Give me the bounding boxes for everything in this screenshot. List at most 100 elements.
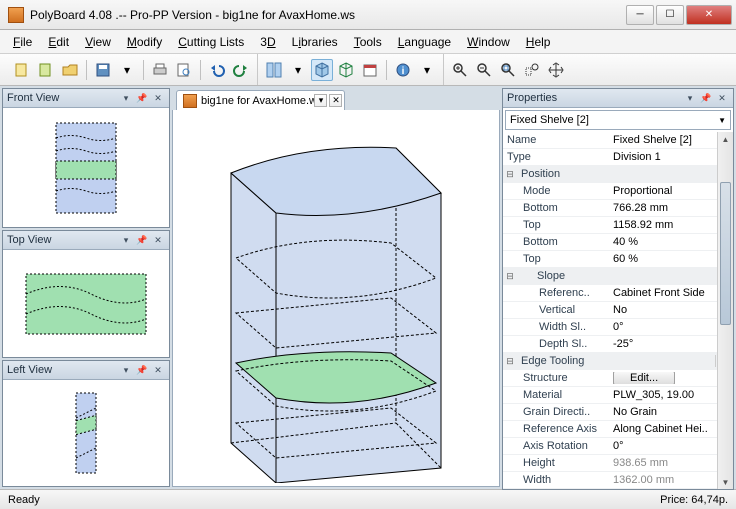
edit-button[interactable]: Edit... bbox=[613, 372, 675, 384]
info-icon[interactable]: i bbox=[392, 59, 414, 81]
scroll-thumb[interactable] bbox=[720, 182, 731, 325]
property-group[interactable]: ⊟Position bbox=[503, 166, 733, 183]
tab-close-icon[interactable]: ✕ bbox=[329, 94, 342, 107]
expand-icon[interactable]: ⊟ bbox=[503, 356, 517, 367]
maximize-button[interactable]: ☐ bbox=[656, 5, 684, 25]
new-project-icon[interactable] bbox=[35, 59, 57, 81]
property-row[interactable]: ModeProportional bbox=[503, 183, 733, 200]
panel-menu-icon[interactable]: ▾ bbox=[683, 91, 697, 105]
new-cabinet-icon[interactable] bbox=[11, 59, 33, 81]
property-row[interactable]: Width1362.00 mm bbox=[503, 472, 733, 489]
scroll-up-icon[interactable]: ▲ bbox=[718, 132, 733, 146]
property-row[interactable]: Width Sl..0° bbox=[503, 319, 733, 336]
left-view-thumbnail[interactable] bbox=[3, 380, 169, 486]
menu-cutting-lists[interactable]: Cutting Lists bbox=[171, 32, 251, 52]
zoom-fit-icon[interactable] bbox=[497, 59, 519, 81]
menu-view[interactable]: View bbox=[78, 32, 118, 52]
property-row[interactable]: Bottom40 % bbox=[503, 234, 733, 251]
panel-menu-icon[interactable]: ▾ bbox=[119, 233, 133, 247]
property-row[interactable]: Top60 % bbox=[503, 251, 733, 268]
property-value[interactable]: 0° bbox=[609, 321, 733, 333]
property-row[interactable]: NameFixed Shelve [2] bbox=[503, 132, 733, 149]
property-value[interactable]: PLW_305, 19.00 bbox=[609, 389, 733, 401]
expand-icon[interactable]: ⊟ bbox=[503, 271, 517, 282]
menu-edit[interactable]: Edit bbox=[41, 32, 76, 52]
menu-3d[interactable]: 3D bbox=[253, 32, 282, 52]
property-value[interactable]: 40 % bbox=[609, 236, 733, 248]
property-row[interactable]: Referenc..Cabinet Front Side bbox=[503, 285, 733, 302]
undo-icon[interactable] bbox=[206, 59, 228, 81]
view-3d-icon[interactable] bbox=[311, 59, 333, 81]
property-value[interactable]: 938.65 mm bbox=[609, 457, 733, 469]
property-value[interactable]: Cabinet Front Side bbox=[609, 287, 733, 299]
redo-icon[interactable] bbox=[230, 59, 252, 81]
view-calendar-icon[interactable] bbox=[359, 59, 381, 81]
property-value[interactable]: Along Cabinet Hei.. bbox=[609, 423, 733, 435]
panel-close-icon[interactable]: ✕ bbox=[715, 91, 729, 105]
property-row[interactable]: Axis Rotation0° bbox=[503, 438, 733, 455]
3d-viewport[interactable] bbox=[172, 110, 500, 487]
front-view-thumbnail[interactable] bbox=[3, 108, 169, 227]
info-dropdown-icon[interactable]: ▾ bbox=[416, 59, 438, 81]
minimize-button[interactable]: ─ bbox=[626, 5, 654, 25]
zoom-out-icon[interactable] bbox=[473, 59, 495, 81]
property-row[interactable]: Grain Directi..No Grain bbox=[503, 404, 733, 421]
view-wireframe-icon[interactable] bbox=[335, 59, 357, 81]
scroll-down-icon[interactable]: ▼ bbox=[718, 475, 733, 489]
print-icon[interactable] bbox=[149, 59, 171, 81]
property-row[interactable]: StructureEdit... bbox=[503, 370, 733, 387]
pin-icon[interactable]: 📌 bbox=[135, 91, 149, 105]
property-group[interactable]: ⊟Edge Tooling... bbox=[503, 353, 733, 370]
property-row[interactable]: Bottom766.28 mm bbox=[503, 200, 733, 217]
property-value[interactable]: Fixed Shelve [2] bbox=[609, 134, 733, 146]
property-value[interactable]: No bbox=[609, 304, 733, 316]
scrollbar[interactable]: ▲ ▼ bbox=[717, 132, 733, 489]
print-preview-icon[interactable] bbox=[173, 59, 195, 81]
pin-icon[interactable]: 📌 bbox=[699, 91, 713, 105]
pin-icon[interactable]: 📌 bbox=[135, 363, 149, 377]
open-icon[interactable] bbox=[59, 59, 81, 81]
menu-window[interactable]: Window bbox=[460, 32, 517, 52]
top-view-thumbnail[interactable] bbox=[3, 250, 169, 357]
property-row[interactable]: VerticalNo bbox=[503, 302, 733, 319]
property-value[interactable]: Division 1 bbox=[609, 151, 733, 163]
panel-close-icon[interactable]: ✕ bbox=[151, 233, 165, 247]
document-tab[interactable]: big1ne for AvaxHome.ws ▾ ✕ bbox=[176, 90, 345, 110]
property-value[interactable]: 60 % bbox=[609, 253, 733, 265]
save-dropdown-icon[interactable]: ▾ bbox=[116, 59, 138, 81]
property-value[interactable]: -25° bbox=[609, 338, 733, 350]
property-value[interactable]: 1362.00 mm bbox=[609, 474, 733, 486]
save-icon[interactable] bbox=[92, 59, 114, 81]
object-selector-dropdown[interactable]: Fixed Shelve [2] ▼ bbox=[505, 110, 731, 130]
menu-libraries[interactable]: Libraries bbox=[285, 32, 345, 52]
property-row[interactable]: MaterialPLW_305, 19.00 bbox=[503, 387, 733, 404]
pin-icon[interactable]: 📌 bbox=[135, 233, 149, 247]
pan-icon[interactable] bbox=[545, 59, 567, 81]
panel-close-icon[interactable]: ✕ bbox=[151, 363, 165, 377]
menu-language[interactable]: Language bbox=[391, 32, 458, 52]
panel-menu-icon[interactable]: ▾ bbox=[119, 91, 133, 105]
menu-file[interactable]: File bbox=[6, 32, 39, 52]
property-value[interactable]: Proportional bbox=[609, 185, 733, 197]
property-row[interactable]: Depth Sl..-25° bbox=[503, 336, 733, 353]
view-layout-dropdown-icon[interactable]: ▾ bbox=[287, 59, 309, 81]
property-row[interactable]: Height938.65 mm bbox=[503, 455, 733, 472]
property-value[interactable]: No Grain bbox=[609, 406, 733, 418]
close-button[interactable]: ✕ bbox=[686, 5, 732, 25]
menu-tools[interactable]: Tools bbox=[347, 32, 389, 52]
menu-modify[interactable]: Modify bbox=[120, 32, 169, 52]
panel-menu-icon[interactable]: ▾ bbox=[119, 363, 133, 377]
expand-icon[interactable]: ⊟ bbox=[503, 169, 517, 180]
view-layout-icon[interactable] bbox=[263, 59, 285, 81]
zoom-in-icon[interactable] bbox=[449, 59, 471, 81]
property-row[interactable]: Reference AxisAlong Cabinet Hei.. bbox=[503, 421, 733, 438]
zoom-drag-icon[interactable] bbox=[521, 59, 543, 81]
menu-help[interactable]: Help bbox=[519, 32, 558, 52]
property-group[interactable]: ⊟Slope bbox=[503, 268, 733, 285]
property-row[interactable]: Top1158.92 mm bbox=[503, 217, 733, 234]
property-row[interactable]: TypeDivision 1 bbox=[503, 149, 733, 166]
panel-close-icon[interactable]: ✕ bbox=[151, 91, 165, 105]
tab-menu-icon[interactable]: ▾ bbox=[314, 94, 327, 107]
property-value[interactable]: 766.28 mm bbox=[609, 202, 733, 214]
property-value[interactable]: 1158.92 mm bbox=[609, 219, 733, 231]
